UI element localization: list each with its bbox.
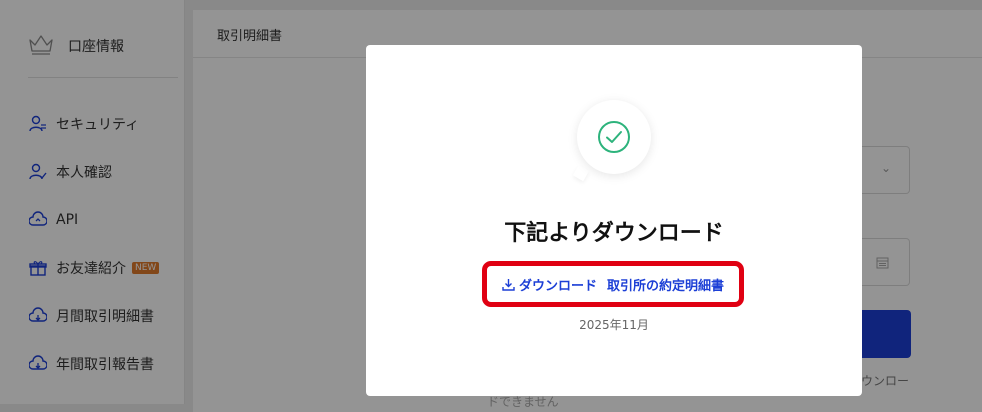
document-name-link[interactable]: 取引所の約定明細書 [607,275,724,294]
check-circle-icon [598,121,630,153]
download-modal: 下記よりダウンロード ダウンロード 取引所の約定明細書 2025年11月 [366,45,862,396]
statement-date: 2025年11月 [579,318,649,332]
download-icon [502,278,515,291]
success-icon-bubble [577,100,651,174]
download-link[interactable]: ダウンロード [502,275,597,294]
modal-title: 下記よりダウンロード [504,221,724,246]
download-highlight-box: ダウンロード 取引所の約定明細書 [482,261,744,307]
bubble-tail [572,164,590,182]
download-label: ダウンロード [518,278,597,294]
